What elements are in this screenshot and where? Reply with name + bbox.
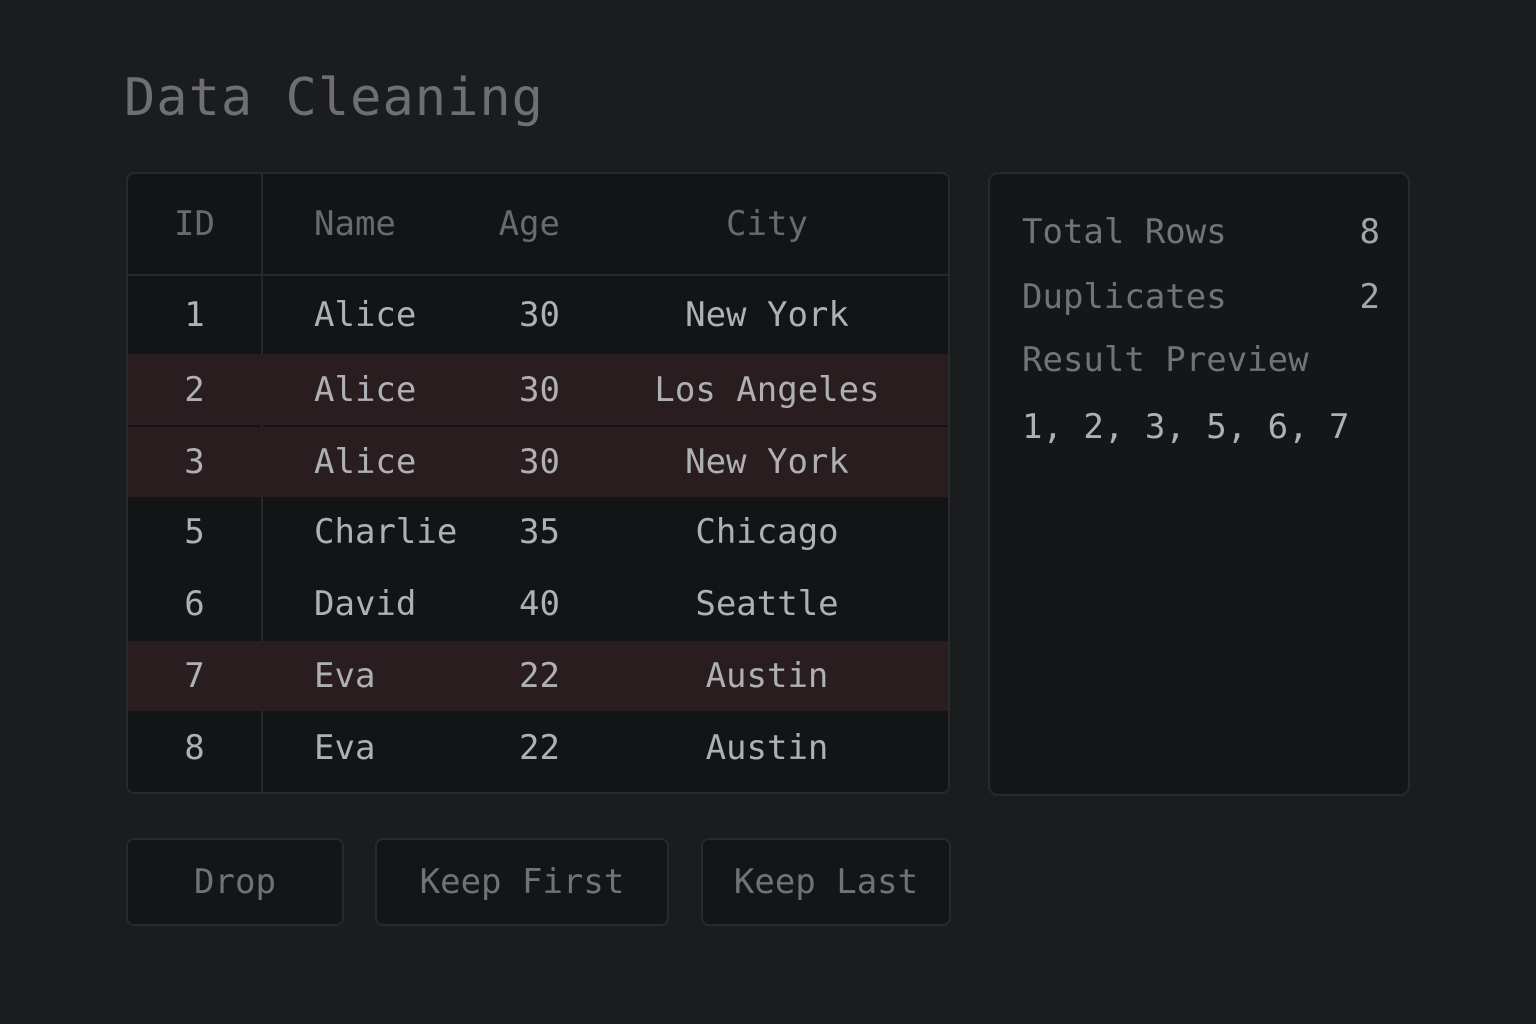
cell-city: Austin — [705, 656, 829, 696]
table-row[interactable]: 1 Alice 30 New York — [128, 276, 948, 354]
table-row[interactable]: 8 Eva 22 Austin — [128, 711, 948, 785]
column-header-name[interactable]: Name — [314, 174, 396, 274]
cell-id: 6 — [184, 584, 205, 624]
cell-name: David — [314, 584, 417, 624]
table-row[interactable]: 6 David 40 Seattle — [128, 567, 948, 641]
cell-age: 30 — [519, 295, 560, 335]
duplicates-value: 2 — [1359, 277, 1380, 317]
table-row[interactable]: 3 Alice 30 New York — [128, 427, 948, 497]
cell-id: 8 — [184, 728, 205, 768]
result-preview-label: Result Preview — [1022, 340, 1309, 380]
result-preview-value: 1, 2, 3, 5, 6, 7 — [1022, 407, 1350, 447]
total-rows-label: Total Rows — [1022, 212, 1227, 252]
cell-name: Eva — [314, 728, 376, 768]
cell-id: 1 — [184, 295, 205, 335]
cell-name: Alice — [314, 369, 417, 410]
duplicates-stat: Duplicates 2 — [1022, 272, 1380, 322]
cell-id: 7 — [184, 656, 205, 696]
drop-button[interactable]: Drop — [126, 838, 344, 926]
table-row[interactable]: 7 Eva 22 Austin — [128, 641, 948, 711]
cell-city: Seattle — [695, 584, 839, 624]
cell-id: 5 — [184, 512, 205, 552]
cell-city: New York — [685, 295, 849, 335]
data-table: ID Name Age City 1 Alice 30 New York 2 A… — [126, 172, 950, 794]
cell-id: 2 — [184, 369, 205, 410]
cell-city: Austin — [705, 728, 829, 768]
cell-city: Chicago — [695, 512, 839, 552]
table-row[interactable]: 2 Alice 30 Los Angeles — [128, 354, 948, 425]
cell-id: 3 — [184, 442, 205, 482]
cell-age: 30 — [519, 369, 560, 410]
summary-panel: Total Rows 8 Duplicates 2 Result Preview… — [988, 172, 1410, 796]
cell-age: 40 — [519, 584, 560, 624]
keep-last-button[interactable]: Keep Last — [701, 838, 951, 926]
duplicates-label: Duplicates — [1022, 277, 1227, 317]
table-header-row: ID Name Age City — [128, 174, 948, 276]
cell-age: 30 — [519, 442, 560, 482]
cell-name: Eva — [314, 656, 376, 696]
keep-first-button[interactable]: Keep First — [375, 838, 669, 926]
cell-city: New York — [685, 442, 849, 482]
column-header-city[interactable]: City — [611, 174, 923, 274]
cell-age: 22 — [519, 656, 560, 696]
total-rows-value: 8 — [1359, 212, 1380, 252]
cell-name: Alice — [314, 295, 417, 335]
column-header-id[interactable]: ID — [128, 174, 261, 274]
total-rows-stat: Total Rows 8 — [1022, 207, 1380, 257]
cell-age: 35 — [519, 512, 560, 552]
cell-name: Alice — [314, 442, 417, 482]
table-row[interactable]: 5 Charlie 35 Chicago — [128, 497, 948, 567]
column-header-age[interactable]: Age — [494, 174, 560, 274]
page-title: Data Cleaning — [124, 68, 544, 128]
cell-city: Los Angeles — [654, 369, 880, 410]
cell-age: 22 — [519, 728, 560, 768]
cell-name: Charlie — [314, 512, 458, 552]
